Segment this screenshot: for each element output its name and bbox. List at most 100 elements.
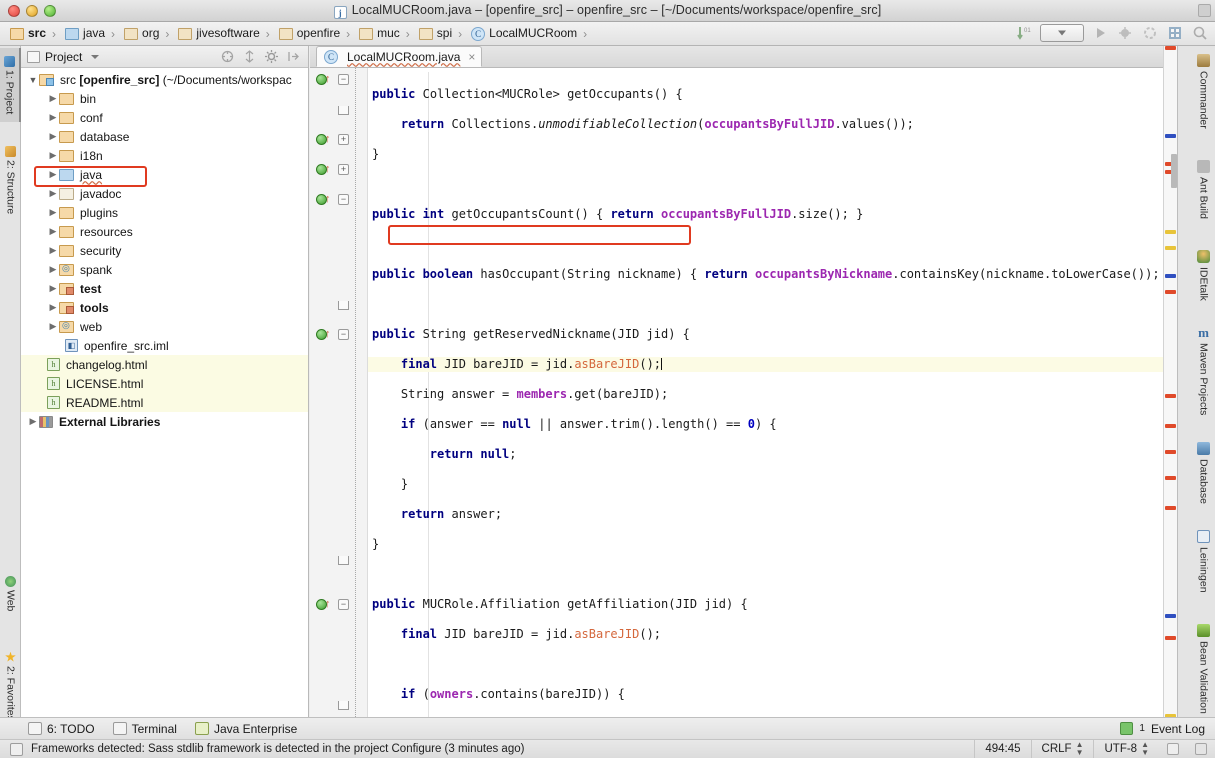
stripe-marker-error[interactable] (1165, 476, 1176, 480)
sidebar-item-database[interactable]: Database (1194, 438, 1213, 516)
expand-arrow-icon[interactable]: ▶ (47, 188, 59, 199)
caret-position[interactable]: 494:45 (974, 740, 1030, 758)
bottom-item-terminal[interactable]: Terminal (113, 722, 177, 736)
expand-arrow-icon[interactable]: ▶ (47, 226, 59, 237)
editor-tab-bar[interactable]: C LocalMUCRoom.java × (310, 46, 1177, 68)
fold-end-marker[interactable] (338, 106, 349, 115)
fold-end-marker[interactable] (338, 301, 349, 310)
stripe-marker-info[interactable] (1165, 134, 1176, 138)
stripe-marker-info[interactable] (1165, 614, 1176, 618)
error-stripe-scrollbar[interactable] (1163, 46, 1177, 727)
stripe-marker-error[interactable] (1165, 450, 1176, 454)
expand-arrow-icon[interactable]: ▶ (47, 150, 59, 161)
tree-row-conf[interactable]: ▶ conf (21, 108, 308, 127)
tree-row-database[interactable]: ▶ database (21, 127, 308, 146)
breadcrumb-item-muc[interactable]: muc › (357, 24, 417, 44)
run-configuration-dropdown[interactable] (1040, 24, 1084, 42)
sidebar-item-web[interactable]: Web (0, 566, 21, 622)
sidebar-item-maven-projects[interactable]: m Maven Projects (1194, 322, 1213, 428)
navigation-bar[interactable]: src › java › org › jivesoftware › openfi… (0, 22, 1215, 46)
bottom-item-todo[interactable]: 6: TODO (28, 722, 95, 736)
fold-collapse-icon[interactable]: − (338, 599, 349, 610)
gutter-override-marker[interactable]: ↑ (316, 599, 329, 612)
expand-arrow-icon[interactable]: ▼ (27, 75, 39, 85)
breadcrumb-item-java[interactable]: java › (63, 24, 122, 44)
code-content[interactable]: public Collection<MUCRole> getOccupants(… (368, 68, 1215, 727)
fold-expand-icon[interactable]: + (338, 164, 349, 175)
tree-row-i18n[interactable]: ▶ i18n (21, 146, 308, 165)
tree-row-resources[interactable]: ▶ resources (21, 222, 308, 241)
project-tree[interactable]: ▼ src [openfire_src] (~/Documents/worksp… (21, 68, 308, 431)
expand-arrow-icon[interactable]: ▶ (27, 416, 39, 427)
stripe-marker-error[interactable] (1165, 290, 1176, 294)
tree-row-security[interactable]: ▶ security (21, 241, 308, 260)
breadcrumb-item-spi[interactable]: spi › (417, 24, 469, 44)
window-right-controls[interactable] (1198, 4, 1211, 17)
status-message-icon[interactable] (10, 743, 23, 756)
stripe-marker-error[interactable] (1165, 424, 1176, 428)
expand-arrow-icon[interactable]: ▶ (47, 245, 59, 256)
gutter-override-marker[interactable]: ↑ (316, 134, 329, 147)
breadcrumb-item-org[interactable]: org › (122, 24, 176, 44)
sidebar-item-ant-build[interactable]: Ant Build (1194, 156, 1213, 238)
stripe-marker-warning[interactable] (1165, 230, 1176, 234)
event-log-button[interactable]: 1 Event Log (1120, 722, 1215, 736)
stripe-marker-info[interactable] (1165, 274, 1176, 278)
sidebar-item-structure[interactable]: 2: Structure (0, 134, 21, 226)
project-panel-actions[interactable] (221, 50, 308, 63)
settings-gear-icon[interactable] (265, 50, 278, 63)
tree-row-web[interactable]: ▶ web (21, 317, 308, 336)
sidebar-item-project[interactable]: 1: Project (0, 48, 21, 122)
sidebar-item-idetalk[interactable]: IDEtalk (1194, 246, 1213, 314)
read-write-lock-icon[interactable] (1167, 743, 1179, 755)
stripe-marker-error[interactable] (1165, 636, 1176, 640)
expand-arrow-icon[interactable]: ▶ (47, 321, 59, 332)
tree-row-tools[interactable]: ▶ tools (21, 298, 308, 317)
expand-arrow-icon[interactable]: ▶ (47, 283, 59, 294)
bottom-item-java-enterprise[interactable]: Java Enterprise (195, 722, 297, 736)
search-icon[interactable] (1191, 24, 1209, 42)
breadcrumb-item-src[interactable]: src › (8, 24, 63, 44)
tree-row-external-libraries[interactable]: ▶ External Libraries (21, 412, 308, 431)
fold-end-marker[interactable] (338, 701, 349, 710)
stripe-marker-error[interactable] (1165, 46, 1176, 50)
sort-icon[interactable]: 01 (1015, 24, 1033, 42)
expand-arrow-icon[interactable]: ▶ (47, 207, 59, 218)
memory-indicator-icon[interactable] (1195, 743, 1207, 755)
project-structure-icon[interactable] (1166, 24, 1184, 42)
expand-arrow-icon[interactable]: ▶ (47, 169, 59, 180)
tree-row-license[interactable]: h LICENSE.html (21, 374, 308, 393)
debug-icon[interactable] (1116, 24, 1134, 42)
status-message[interactable]: Frameworks detected: Sass stdlib framewo… (31, 743, 524, 755)
breadcrumb-item-jivesoftware[interactable]: jivesoftware › (176, 24, 276, 44)
gutter-override-marker[interactable]: ↑ (316, 164, 329, 177)
stripe-marker-error[interactable] (1165, 506, 1176, 510)
navbar-toolbar[interactable]: 01 (1015, 24, 1209, 42)
tree-row-plugins[interactable]: ▶ plugins (21, 203, 308, 222)
encoding-selector[interactable]: UTF-8 ▲▼ (1093, 740, 1159, 758)
stripe-marker-error[interactable] (1165, 394, 1176, 398)
fold-collapse-icon[interactable]: − (338, 194, 349, 205)
tree-row-iml[interactable]: ◧ openfire_src.iml (21, 336, 308, 355)
bottom-tool-bar[interactable]: 6: TODO Terminal Java Enterprise 1 Event… (0, 717, 1215, 739)
run-icon[interactable] (1091, 24, 1109, 42)
breadcrumb-item-openfire[interactable]: openfire › (277, 24, 357, 44)
expand-collapse-icon[interactable] (243, 50, 256, 63)
close-icon[interactable]: × (468, 50, 475, 64)
gutter-override-marker[interactable]: ↑ (316, 74, 329, 87)
window-extra-button[interactable] (1198, 4, 1211, 17)
fold-collapse-icon[interactable]: − (338, 74, 349, 85)
coverage-icon[interactable] (1141, 24, 1159, 42)
editor-tab-localmucroom[interactable]: C LocalMUCRoom.java × (316, 46, 482, 67)
fold-end-marker[interactable] (338, 556, 349, 565)
chevron-down-icon[interactable] (91, 55, 99, 59)
tree-row-readme[interactable]: h README.html (21, 393, 308, 412)
line-separator-selector[interactable]: CRLF ▲▼ (1031, 740, 1094, 758)
stripe-marker-warning[interactable] (1165, 246, 1176, 250)
expand-arrow-icon[interactable]: ▶ (47, 131, 59, 142)
sidebar-item-leiningen[interactable]: Leiningen (1194, 526, 1213, 610)
editor-gutter[interactable]: ↑ − ↑ + ↑ + ↑ − ↑ − ↑ (310, 68, 368, 727)
gutter-override-marker[interactable]: ↑ (316, 329, 329, 342)
tree-row-src[interactable]: ▼ src [openfire_src] (~/Documents/worksp… (21, 70, 308, 89)
tree-row-java[interactable]: ▶ java (21, 165, 308, 184)
